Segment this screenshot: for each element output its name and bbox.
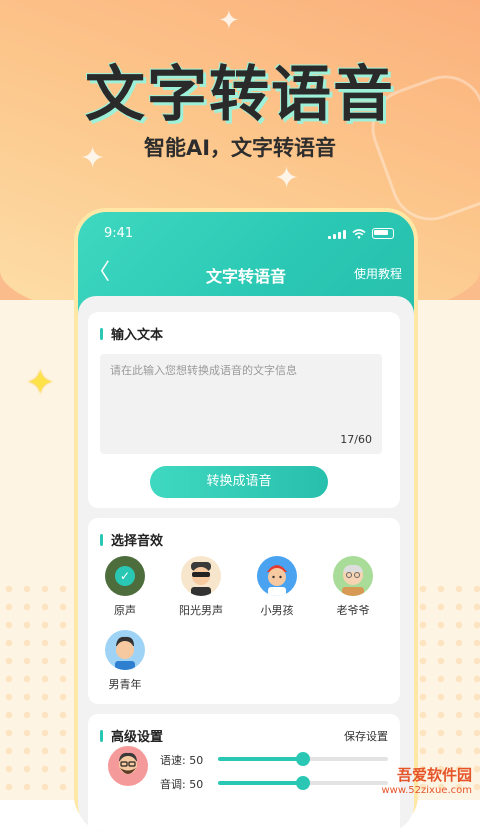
section-title: 输入文本 bbox=[100, 324, 163, 343]
watermark: 吾爱软件园 www.52zixue.com bbox=[382, 764, 473, 796]
phone-screen: 9:41 〈 文字转语音 使用教程 输入文本 请在此输入您想转换成语音的文字信息… bbox=[78, 212, 414, 832]
avatar bbox=[181, 556, 221, 596]
section-title: 高级设置 bbox=[100, 726, 163, 745]
tone-slider[interactable] bbox=[218, 776, 388, 790]
status-time: 9:41 bbox=[104, 226, 134, 241]
avatar bbox=[333, 556, 373, 596]
section-title: 选择音效 bbox=[100, 530, 163, 549]
voice-name: 老爷爷 bbox=[336, 604, 370, 617]
voice-name: 小男孩 bbox=[260, 604, 294, 617]
battery-icon bbox=[372, 228, 394, 239]
voice-option-grandpa[interactable]: 老爷爷 bbox=[318, 556, 388, 618]
advanced-card: 高级设置 保存设置 语速: 50 音调: 50 bbox=[88, 714, 400, 832]
convert-button[interactable]: 转换成语音 bbox=[150, 466, 328, 498]
speed-slider-handle[interactable] bbox=[296, 752, 310, 766]
section-accent-bar bbox=[100, 533, 103, 546]
phone-mockup: 9:41 〈 文字转语音 使用教程 输入文本 请在此输入您想转换成语音的文字信息… bbox=[74, 208, 418, 832]
tone-value: 50 bbox=[189, 778, 204, 791]
speed-slider-fill bbox=[218, 757, 303, 761]
status-icons bbox=[328, 228, 394, 239]
sparkle-icon: ✦ bbox=[274, 161, 300, 196]
tone-label: 音调: 50 bbox=[160, 778, 204, 791]
avatar bbox=[257, 556, 297, 596]
input-card: 输入文本 请在此输入您想转换成语音的文字信息 17/60 转换成语音 bbox=[88, 312, 400, 508]
advanced-section-title: 高级设置 bbox=[111, 730, 164, 745]
promo-headline: 文字转语音 bbox=[85, 60, 395, 130]
speed-label: 语速: 50 bbox=[160, 754, 204, 767]
young-man-avatar-icon bbox=[115, 636, 135, 670]
voice-option-little-boy[interactable]: 小男孩 bbox=[242, 556, 312, 618]
tone-slider-fill bbox=[218, 781, 303, 785]
speed-value: 50 bbox=[189, 754, 204, 767]
watermark-title: 吾爱软件园 bbox=[396, 766, 472, 784]
tutorial-link[interactable]: 使用教程 bbox=[354, 265, 402, 282]
section-accent-bar bbox=[100, 327, 103, 340]
char-counter: 17/60 bbox=[340, 433, 372, 446]
speed-slider-row: 语速: 50 bbox=[100, 750, 390, 768]
voice-option-young-man[interactable]: 男青年 bbox=[90, 630, 160, 692]
sparkle-icon: ✦ bbox=[218, 6, 240, 36]
avatar: ✓ bbox=[105, 556, 145, 596]
voice-section-title: 选择音效 bbox=[111, 534, 164, 549]
speed-slider[interactable] bbox=[218, 752, 388, 766]
voice-option-sunny-male[interactable]: 阳光男声 bbox=[166, 556, 236, 618]
watermark-url: www.52zixue.com bbox=[381, 785, 473, 796]
avatar bbox=[105, 630, 145, 670]
sunny-male-avatar-icon bbox=[191, 562, 211, 596]
input-placeholder: 请在此输入您想转换成语音的文字信息 bbox=[110, 364, 297, 377]
grandpa-avatar-icon bbox=[342, 564, 364, 596]
wifi-icon bbox=[352, 228, 366, 239]
voice-option-original[interactable]: ✓ 原声 bbox=[90, 556, 160, 618]
save-settings-button[interactable]: 保存设置 bbox=[344, 728, 388, 744]
voice-name: 阳光男声 bbox=[179, 604, 223, 617]
check-icon: ✓ bbox=[115, 566, 135, 586]
section-accent-bar bbox=[100, 729, 103, 742]
status-bar: 9:41 bbox=[78, 226, 414, 246]
voice-card: 选择音效 ✓ 原声 阳光男声 小男孩 老爷爷 男青年 bbox=[88, 518, 400, 704]
tone-slider-row: 音调: 50 bbox=[100, 774, 390, 792]
tone-slider-handle[interactable] bbox=[296, 776, 310, 790]
input-section-title: 输入文本 bbox=[111, 328, 164, 343]
promo-subline: 智能AI，文字转语音 bbox=[143, 136, 337, 160]
little-boy-avatar-icon bbox=[267, 565, 287, 596]
text-input[interactable]: 请在此输入您想转换成语音的文字信息 17/60 bbox=[100, 354, 382, 454]
voice-name: 男青年 bbox=[108, 678, 142, 691]
content-area: 输入文本 请在此输入您想转换成语音的文字信息 17/60 转换成语音 选择音效 … bbox=[78, 296, 414, 832]
voice-name: 原声 bbox=[114, 604, 136, 617]
signal-icon bbox=[328, 229, 346, 239]
sparkle-icon: ✦ bbox=[26, 363, 55, 403]
nav-bar: 〈 文字转语音 使用教程 bbox=[78, 260, 414, 290]
